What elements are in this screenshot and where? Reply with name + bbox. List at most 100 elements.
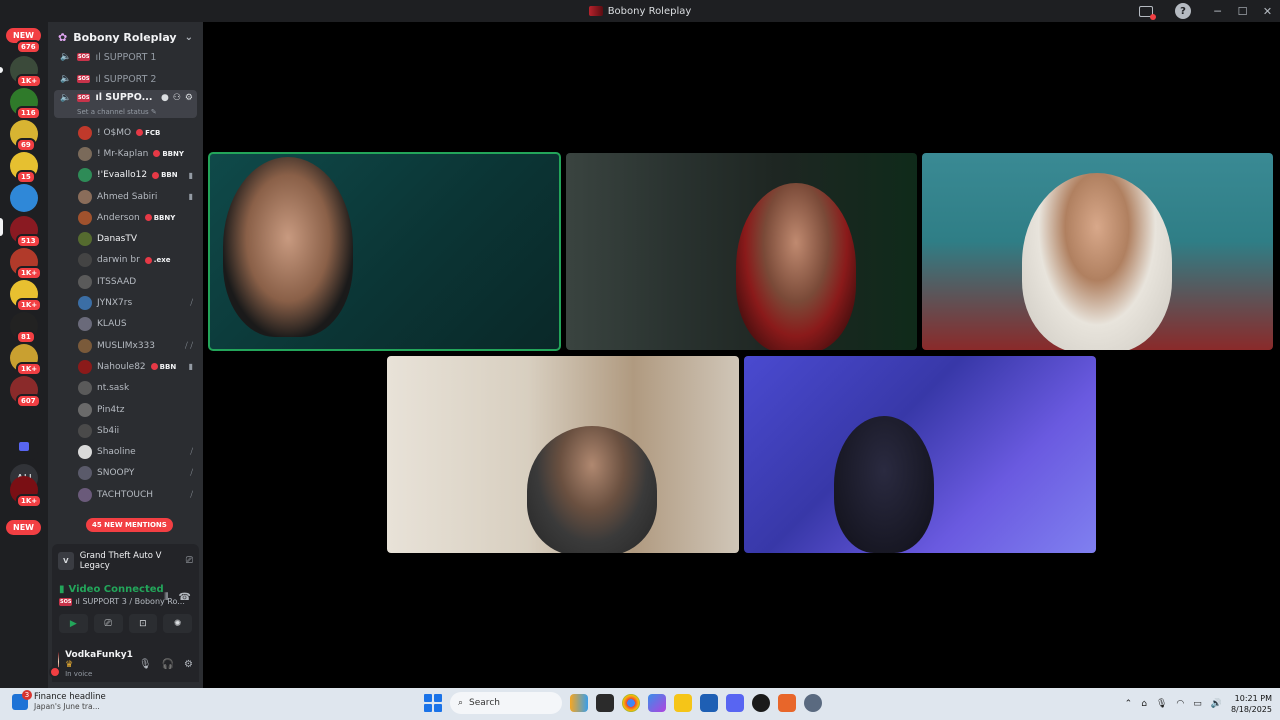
server-icon[interactable] [10,184,38,212]
close-button[interactable]: ✕ [1255,0,1280,22]
avatar[interactable] [78,232,92,247]
voice-user[interactable]: Nahoule82 BBN ▮ [48,356,203,377]
widgets-icon[interactable] [570,694,588,712]
avatar[interactable] [78,423,92,438]
volume-icon[interactable]: 🔊 [1211,699,1222,709]
voice-user[interactable]: Shaoline ⧸ [48,441,203,462]
gear-icon[interactable]: ⚙ [185,93,193,103]
video-tile[interactable] [922,153,1273,350]
clock[interactable]: 10:21 PM 8/18/2025 [1231,693,1272,715]
app-icon[interactable] [778,694,796,712]
server-icon[interactable]: 1K+ [10,280,43,312]
soundboard-button[interactable]: ✺ [163,614,192,633]
noise-suppression-icon[interactable]: ⦀ [164,592,168,603]
new-mentions-pill[interactable]: 45 NEW MENTIONS [86,518,173,532]
avatar[interactable] [78,317,92,332]
voice-user[interactable]: Sb4ii [48,420,203,441]
microphone-icon[interactable]: 🎙 [139,659,152,670]
store-icon[interactable] [700,694,718,712]
inbox-icon[interactable] [1139,5,1156,20]
server-icon[interactable]: 1K+ [10,344,43,376]
server-icon[interactable]: 116 [10,88,41,120]
avatar[interactable] [78,338,92,353]
voice-user[interactable]: !'Evaallo12 BBN ▮ [48,165,203,186]
file-explorer-icon[interactable] [674,694,692,712]
camera-button[interactable]: ▶ [59,614,88,633]
headphones-icon[interactable]: 🎧 [162,659,174,670]
wifi-icon[interactable]: ◠ [1176,699,1184,709]
task-view-icon[interactable] [596,694,614,712]
minimize-button[interactable]: ─ [1205,0,1230,22]
voice-user[interactable]: ITSSAAD [48,271,203,292]
avatar[interactable] [78,402,92,417]
invite-icon[interactable]: ⚇ [173,93,181,103]
voice-channel-support-2[interactable]: 🔈 SOS ıl SUPPORT 2 [48,68,203,90]
discord-icon[interactable] [726,694,744,712]
new-unreads-pill-bottom[interactable]: NEW [6,520,41,535]
voice-user[interactable]: JYNX7rs ⧸ [48,292,203,313]
copilot-icon[interactable] [648,694,666,712]
voice-user[interactable]: SNOOPY ⧸ [48,463,203,484]
voice-user[interactable]: ! Mr-Kaplan BBNY [48,143,203,164]
server-icon[interactable]: 1K+ [10,248,43,280]
display-icon[interactable]: ▭ [1193,699,1202,709]
video-tile[interactable] [208,152,561,351]
news-widget[interactable]: Finance headline Japan's June tra... [12,689,106,711]
avatar[interactable] [78,146,92,161]
activities-button[interactable]: ⊡ [128,614,158,633]
avatar[interactable] [78,168,92,183]
channel-status[interactable]: Set a channel status ✎ [60,108,157,116]
avatar[interactable] [78,296,92,311]
voice-user[interactable]: DanasTV [48,228,203,249]
gear-icon[interactable]: ⚙ [184,659,193,670]
maximize-button[interactable]: ☐ [1230,0,1255,22]
voice-channel-support-3[interactable]: 🔈 SOS ıl SUPPO... ● ⚇ ⚙ Set a channel st… [54,90,197,118]
server-icon[interactable]: 69 [10,120,38,152]
avatar[interactable] [78,274,92,289]
voice-user[interactable]: KLAUS [48,314,203,335]
video-tile[interactable] [744,356,1096,553]
voice-channel-support-1[interactable]: 🔈 SOS ıl SUPPORT 1 [48,46,203,68]
avatar[interactable] [78,487,92,502]
video-tile[interactable] [387,356,739,553]
avatar[interactable] [78,125,92,140]
server-folder-icon[interactable] [10,432,38,460]
taskbar-search[interactable]: ⌕ Search [450,692,562,714]
voice-user[interactable]: MUSLIMx333 ⧸ ⧸ [48,335,203,356]
avatar[interactable] [48,652,62,678]
avatar[interactable] [78,210,92,225]
network-icon[interactable]: ⌂ [1141,699,1147,709]
server-icon[interactable]: 513 [10,216,41,248]
voice-user[interactable]: Pin4tz [48,399,203,420]
rockstar-icon[interactable] [752,694,770,712]
disconnect-icon[interactable]: ☎ [179,592,191,603]
server-icon[interactable]: 81 [10,312,38,344]
avatar[interactable] [78,253,92,268]
server-icon[interactable]: 1K+ [10,476,43,508]
screen-share-icon[interactable]: ⎚ [186,556,193,566]
video-tile[interactable] [566,153,917,350]
windows-start-icon[interactable] [424,694,442,712]
chevron-down-icon[interactable]: ⌄ [185,32,193,43]
microphone-icon[interactable]: 🎙 [1156,699,1167,709]
avatar[interactable] [78,189,92,204]
voice-user[interactable]: ! O$MO FCB [48,122,203,143]
voice-user[interactable]: Anderson BBNY [48,207,203,228]
voice-user[interactable]: nt.sask [48,378,203,399]
server-icon[interactable]: 1K+ [10,56,43,88]
voice-user[interactable]: TACHTOUCH ⧸ [48,484,203,505]
chrome-icon[interactable] [622,694,640,712]
server-icon[interactable]: 15 [10,152,38,184]
voice-user[interactable]: Ahmed Sabiri ▮ [48,186,203,207]
help-icon[interactable]: ? [1175,3,1191,19]
voice-user[interactable]: darwin br .exe [48,250,203,271]
settings-icon[interactable] [804,694,822,712]
chat-icon[interactable]: ● [161,93,169,103]
chevron-up-icon[interactable]: ⌃ [1125,699,1133,709]
avatar[interactable] [78,466,92,481]
avatar[interactable] [78,445,92,460]
server-icon[interactable]: 607 [10,376,41,408]
avatar[interactable] [78,359,92,374]
share-screen-button[interactable]: ⎚ [93,614,123,633]
avatar[interactable] [78,381,92,396]
